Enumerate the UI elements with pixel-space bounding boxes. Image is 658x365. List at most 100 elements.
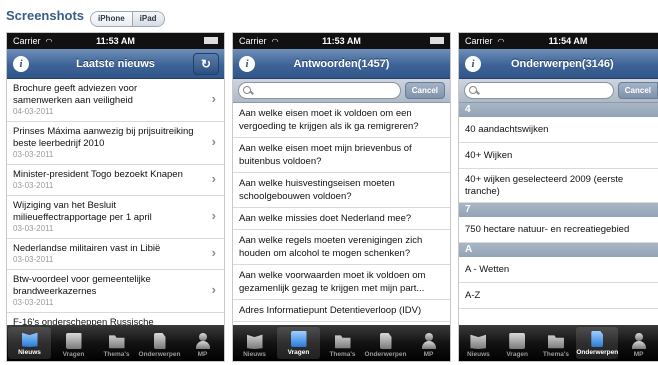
- news-item[interactable]: Brochure geeft adviezen voor samenwerken…: [7, 79, 224, 122]
- refresh-button[interactable]: ↻: [193, 53, 219, 75]
- info-icon[interactable]: i: [239, 56, 255, 72]
- news-item[interactable]: Nederlandse militairen vast in Libië 03-0…: [7, 239, 224, 270]
- news-item[interactable]: Wijziging van het Besluit milieueffectra…: [7, 196, 224, 239]
- tab-label: Onderwerpen: [576, 349, 619, 356]
- topic-item[interactable]: 40 aandachtswijken: [459, 117, 658, 143]
- tab-onderwerpen[interactable]: Onderwerpen: [364, 325, 407, 361]
- document-icon: [591, 331, 604, 347]
- status-bar: Carrier ◠ 11:54 AM: [459, 33, 658, 49]
- search-input[interactable]: [238, 82, 401, 99]
- phone-screen-topics: Carrier ◠ 11:54 AM i Onderwerpen(3146) C…: [458, 32, 658, 362]
- tab-label: Nieuws: [243, 351, 266, 358]
- battery-icon: [430, 37, 444, 44]
- tab-label: MP: [197, 351, 208, 358]
- tab-themas[interactable]: Thema's: [537, 325, 576, 361]
- nav-title: Laatste nieuws: [76, 57, 155, 70]
- checklist-icon: [65, 333, 82, 349]
- news-title: Btw-voordeel voor gemeentelijke brandwee…: [13, 274, 151, 297]
- topic-item[interactable]: A-Z: [459, 283, 658, 309]
- info-icon[interactable]: i: [13, 56, 29, 72]
- tab-themas[interactable]: Thema's: [95, 325, 138, 361]
- refresh-icon: ↻: [200, 57, 212, 71]
- answer-item[interactable]: Aan welke missies doet Nederland mee?: [233, 208, 450, 230]
- news-item[interactable]: Btw-voordeel voor gemeentelijke brandwee…: [7, 270, 224, 313]
- phone-screen-news: Carrier ◠ 11:53 AM i Laatste nieuws ↻ Br…: [6, 32, 225, 362]
- status-bar: Carrier ◠ 11:53 AM: [7, 33, 224, 49]
- tab-label: Vragen: [506, 351, 529, 358]
- news-item[interactable]: Prinses Máxima aanwezig bij prijsuitreik…: [7, 122, 224, 165]
- tab-label: Onderwerpen: [138, 351, 181, 358]
- news-date: 03-03-2011: [13, 181, 54, 190]
- tab-nieuws[interactable]: Nieuws: [459, 325, 498, 361]
- tab-mp[interactable]: MP: [619, 325, 658, 361]
- document-icon: [153, 333, 166, 349]
- section-header: 7: [459, 203, 658, 217]
- iphone-tab[interactable]: iPhone: [91, 12, 132, 26]
- navigation-bar: i Onderwerpen(3146): [459, 49, 658, 79]
- search-icon: [243, 85, 253, 96]
- topic-item[interactable]: A - Wetten: [459, 257, 658, 283]
- tab-label: Thema's: [103, 351, 130, 358]
- chevron-right-icon: ›: [211, 134, 216, 149]
- topic-item[interactable]: 750 hectare natuur- en recreatiegebied: [459, 217, 658, 243]
- answer-item[interactable]: Aan welke eisen moet ik voldoen om een v…: [233, 103, 450, 138]
- person-icon: [195, 333, 211, 349]
- news-date: 04-03-2011: [13, 107, 54, 116]
- folder-icon: [334, 335, 351, 349]
- screenshots-title: Screenshots: [6, 8, 85, 23]
- chevron-right-icon: ›: [211, 91, 216, 106]
- folder-icon: [108, 335, 125, 349]
- chevron-right-icon: ›: [211, 245, 216, 260]
- tab-mp[interactable]: MP: [181, 325, 224, 361]
- screenshots-header: Screenshots iPhone iPad: [0, 0, 658, 30]
- ipad-tab[interactable]: iPad: [131, 12, 164, 26]
- tab-mp[interactable]: MP: [407, 325, 450, 361]
- chevron-right-icon: ›: [211, 282, 216, 297]
- chevron-right-icon: ›: [211, 171, 216, 186]
- answer-item[interactable]: Aan welke huisvestingseisen moeten schoo…: [233, 173, 450, 208]
- battery-icon: [204, 37, 218, 44]
- cancel-button[interactable]: Cancel: [404, 82, 445, 99]
- answer-item[interactable]: Aan welke eisen moet mijn brievenbus of …: [233, 138, 450, 173]
- news-date: 03-03-2011: [13, 298, 54, 307]
- tab-label: Vragen: [62, 351, 85, 358]
- book-icon: [246, 334, 263, 349]
- checklist-icon: [290, 331, 307, 347]
- checklist-icon: [509, 333, 526, 349]
- tab-vragen[interactable]: Vragen: [498, 325, 537, 361]
- answer-item[interactable]: Adres Informatiepunt Detentieverloop (ID…: [233, 300, 450, 322]
- tab-bar: Nieuws Vragen Thema's Onderwerpen MP: [459, 325, 658, 361]
- search-icon: [469, 85, 479, 96]
- tab-label: MP: [633, 351, 644, 358]
- topics-list: 4 40 aandachtswijken 40+ Wijken 40+ wijken …: [459, 103, 658, 309]
- tab-vragen[interactable]: Vragen: [52, 325, 95, 361]
- news-date: 03-03-2011: [13, 150, 54, 159]
- tab-nieuws[interactable]: Nieuws: [8, 327, 51, 359]
- status-time: 11:53 AM: [96, 36, 135, 46]
- tab-onderwerpen[interactable]: Onderwerpen: [576, 327, 619, 359]
- search-input[interactable]: [464, 82, 614, 99]
- chevron-right-icon: ›: [211, 208, 216, 223]
- tab-onderwerpen[interactable]: Onderwerpen: [138, 325, 181, 361]
- cancel-button[interactable]: Cancel: [617, 82, 658, 99]
- news-date: 03-03-2011: [13, 224, 54, 233]
- device-segmented-control[interactable]: iPhone iPad: [90, 11, 165, 27]
- navigation-bar: i Laatste nieuws ↻: [7, 49, 224, 79]
- tab-themas[interactable]: Thema's: [321, 325, 364, 361]
- tab-vragen[interactable]: Vragen: [277, 327, 320, 359]
- answer-item[interactable]: Aan welke voorwaarden moet ik voldoen om…: [233, 265, 450, 300]
- news-list: Brochure geeft adviezen voor samenwerken…: [7, 79, 224, 346]
- navigation-bar: i Antwoorden(1457): [233, 49, 450, 79]
- tab-label: MP: [423, 351, 434, 358]
- tab-label: Thema's: [542, 351, 570, 358]
- topic-item[interactable]: 40+ Wijken: [459, 143, 658, 169]
- tab-nieuws[interactable]: Nieuws: [233, 325, 276, 361]
- info-icon[interactable]: i: [465, 56, 481, 72]
- tab-label: Onderwerpen: [364, 351, 407, 358]
- answer-item[interactable]: Aan welke regels moeten verenigingen zic…: [233, 230, 450, 265]
- news-item[interactable]: Minister-president Togo bezoekt Knapen 03…: [7, 165, 224, 196]
- news-title: Minister-president Togo bezoekt Knapen: [13, 169, 183, 180]
- phone-screen-answers: Carrier ◠ 11:53 AM i Antwoorden(1457) Ca…: [232, 32, 451, 362]
- topic-item[interactable]: 40+ wijken geselecteerd 2009 (eerste tra…: [459, 169, 658, 203]
- tab-label: Nieuws: [18, 349, 41, 356]
